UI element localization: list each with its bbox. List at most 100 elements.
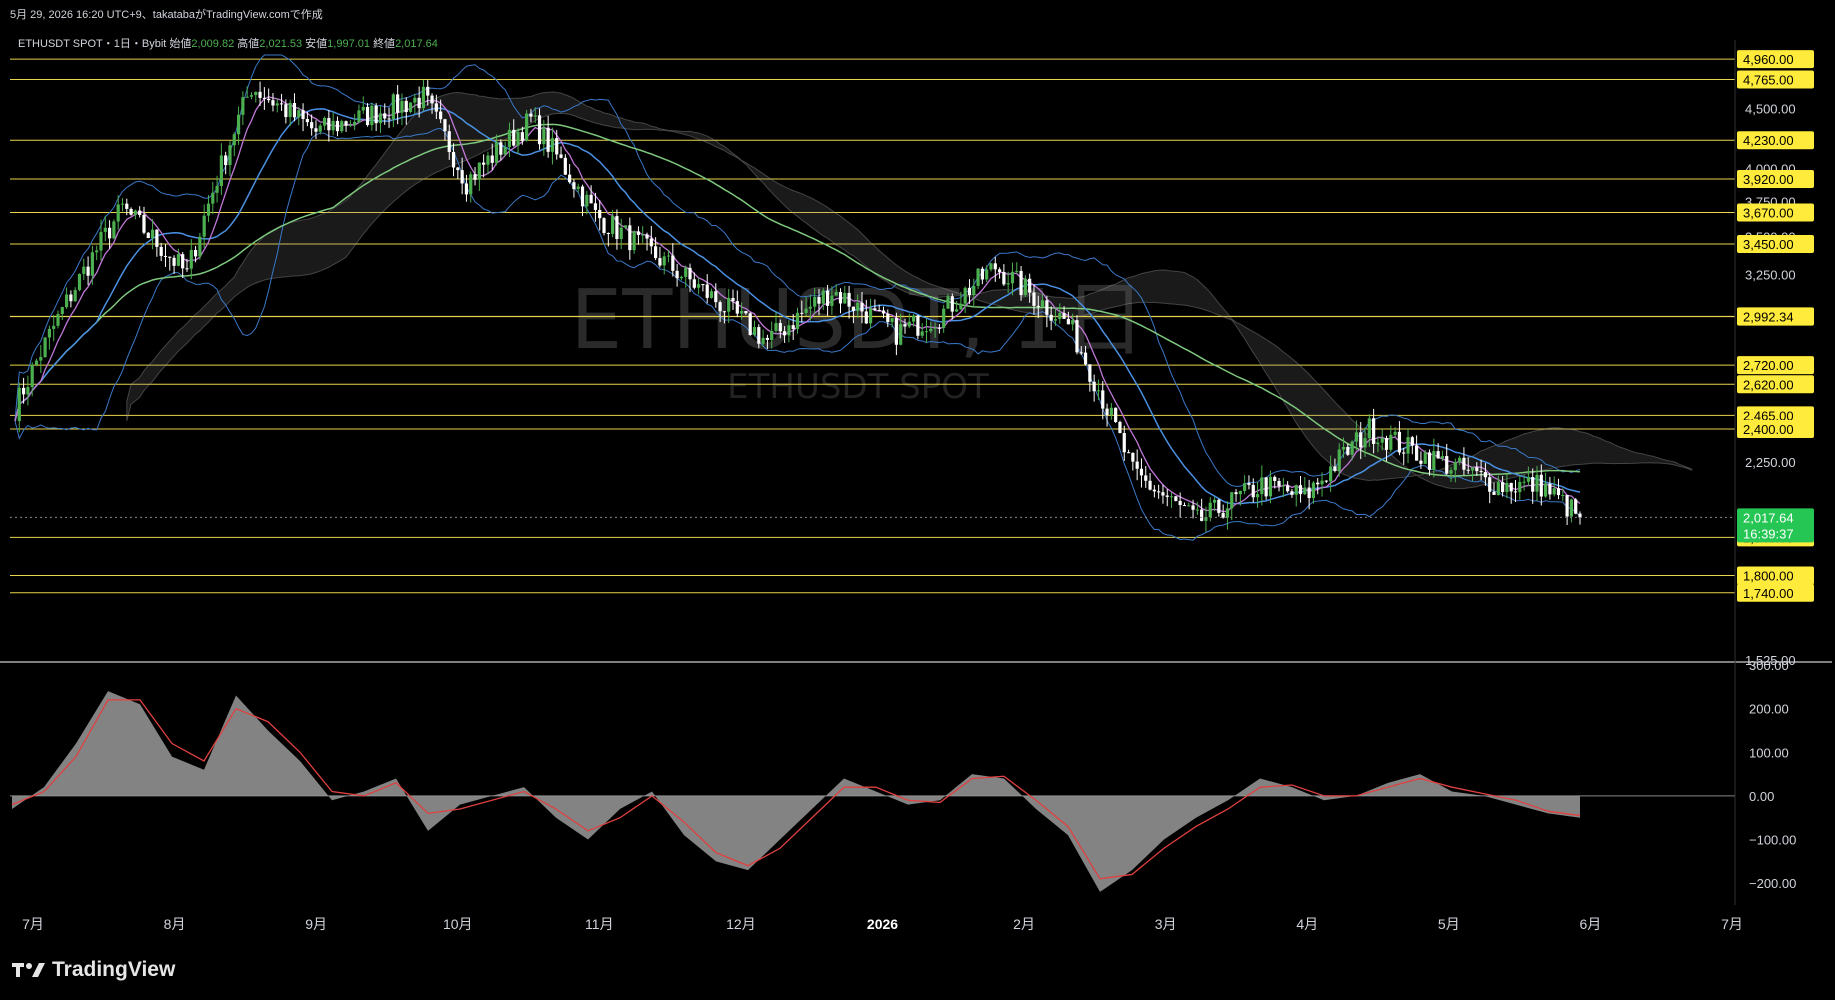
candle-body: [748, 313, 752, 336]
candle-body: [1230, 492, 1234, 509]
candle-body: [1071, 320, 1075, 325]
x-tick-label: 12月: [726, 916, 756, 932]
candle-body: [1217, 499, 1221, 513]
candle-body: [125, 203, 129, 209]
candle-body: [1221, 512, 1225, 518]
candle-body: [181, 254, 185, 269]
candle-body: [714, 291, 718, 303]
candle-body: [284, 104, 288, 118]
x-tick-label: 8月: [164, 916, 186, 932]
candle-body: [56, 313, 60, 326]
candle-body: [684, 267, 688, 277]
candle-body: [1458, 457, 1462, 463]
candle-body: [232, 134, 236, 146]
candle-body: [838, 292, 843, 304]
candle-body: [585, 194, 589, 207]
candle-body: [1049, 314, 1053, 321]
candle-body: [546, 127, 550, 152]
candle-body: [129, 208, 133, 215]
candle-body: [486, 155, 490, 165]
candle-body: [1372, 418, 1376, 444]
candle-body: [1449, 470, 1453, 474]
candle-body: [245, 96, 249, 98]
candle-body: [267, 98, 271, 101]
candle-body: [1427, 452, 1432, 470]
candle-body: [602, 218, 606, 234]
candle-body: [413, 97, 417, 103]
x-tick-label: 9月: [305, 916, 327, 932]
candle-body: [967, 287, 972, 296]
candle-body: [864, 311, 868, 324]
candle-body: [1028, 278, 1032, 293]
candle-body: [623, 225, 628, 228]
candle-body: [933, 327, 937, 329]
candle-body: [1165, 495, 1169, 497]
candle-body: [1200, 509, 1204, 521]
candle-body: [795, 312, 800, 329]
candle-body: [17, 387, 21, 422]
candle-body: [365, 106, 370, 126]
x-tick-label: 2026: [867, 916, 898, 932]
candle-body: [434, 103, 438, 112]
candle-body: [641, 234, 645, 236]
candle-body: [396, 94, 400, 113]
candle-body: [972, 285, 976, 296]
tradingview-logo[interactable]: TradingView: [12, 958, 175, 982]
candle-body: [830, 295, 834, 306]
candle-body: [1359, 432, 1363, 448]
candle-body: [697, 284, 701, 288]
candle-body: [198, 236, 202, 257]
candle-body: [662, 256, 666, 266]
candle-body: [95, 250, 99, 253]
candle-body: [787, 325, 791, 336]
candle-body: [1488, 477, 1492, 492]
candle-body: [937, 327, 941, 329]
candle-body: [120, 203, 125, 205]
candle-body: [1316, 482, 1320, 485]
candle-body: [327, 117, 331, 131]
candle-body: [322, 117, 327, 126]
candle-body: [408, 102, 413, 112]
candle-body: [1578, 513, 1582, 518]
candle-body: [1045, 300, 1049, 315]
candle-body: [1483, 472, 1488, 478]
candle-body: [744, 310, 748, 314]
candle-body: [894, 318, 898, 345]
candle-body: [520, 132, 524, 141]
candle-body: [808, 306, 812, 309]
candle-body: [903, 324, 907, 327]
x-tick-label: 3月: [1155, 916, 1177, 932]
candle-body: [1157, 491, 1161, 493]
candle-body: [1505, 482, 1509, 493]
candle-body: [1135, 461, 1139, 469]
candle-body: [1380, 437, 1384, 443]
candle-body: [1083, 352, 1088, 365]
candle-body: [404, 100, 408, 112]
candle-body: [1324, 480, 1328, 482]
candle-body: [692, 279, 696, 288]
candle-body: [1436, 451, 1440, 459]
candle-body: [1118, 421, 1122, 434]
candle-body: [301, 110, 305, 120]
candle-body: [847, 292, 851, 307]
candle-body: [1320, 480, 1324, 485]
candle-body: [1015, 270, 1019, 272]
candle-body: [189, 250, 193, 269]
candle-body: [537, 115, 542, 145]
candle-body: [499, 142, 503, 155]
candle-body: [791, 325, 795, 329]
candle-body: [873, 308, 877, 310]
candle-body: [112, 221, 116, 239]
price-tick-label: 3,250.00: [1745, 267, 1796, 282]
price-chart[interactable]: ETHUSDT, 1日 ETHUSDT SPOT 5,000.004,500.0…: [0, 0, 1835, 1000]
candle-body: [1453, 462, 1457, 471]
candle-body: [976, 268, 980, 286]
x-tick-label: 2月: [1013, 916, 1035, 932]
candle-body: [1066, 318, 1070, 325]
candle-body: [1182, 505, 1187, 507]
candle-body: [1337, 449, 1341, 471]
candle-body: [649, 238, 653, 247]
candle-body: [821, 290, 825, 304]
candle-body: [804, 308, 808, 314]
candle-body: [305, 119, 309, 123]
